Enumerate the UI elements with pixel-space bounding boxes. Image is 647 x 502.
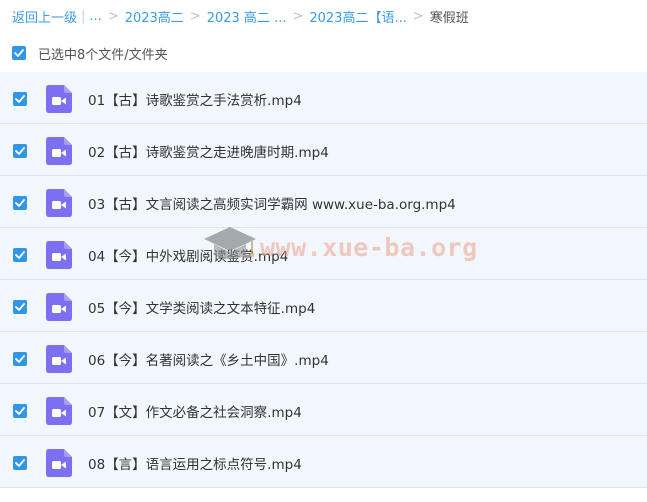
breadcrumb-separator: > bbox=[412, 8, 424, 24]
file-checkbox[interactable] bbox=[13, 196, 27, 210]
file-name[interactable]: 03【古】文言阅读之高频实词学霸网 www.xue-ba.org.mp4 bbox=[88, 193, 456, 213]
video-file-icon bbox=[46, 293, 72, 321]
video-file-icon bbox=[46, 189, 72, 217]
checkmark-icon bbox=[15, 251, 25, 259]
file-name[interactable]: 04【今】中外戏剧阅读鉴赏.mp4 bbox=[88, 245, 288, 265]
checkmark-icon bbox=[14, 49, 24, 57]
file-row[interactable]: 03【古】文言阅读之高频实词学霸网 www.xue-ba.org.mp4 bbox=[0, 176, 647, 228]
file-checkbox[interactable] bbox=[13, 456, 27, 470]
file-row[interactable]: 06【今】名著阅读之《乡土中国》.mp4 bbox=[0, 332, 647, 384]
breadcrumb-ellipsis[interactable]: ... bbox=[89, 9, 101, 24]
file-row[interactable]: 07【文】作文必备之社会洞察.mp4 bbox=[0, 384, 647, 436]
breadcrumb-separator: > bbox=[292, 8, 304, 24]
video-file-icon bbox=[46, 397, 72, 425]
file-row[interactable]: 02【古】诗歌鉴赏之走进晚唐时期.mp4 bbox=[0, 124, 647, 176]
video-file-icon bbox=[46, 345, 72, 373]
breadcrumb-item-2[interactable]: 2023 高二 ... bbox=[207, 7, 287, 26]
file-checkbox[interactable] bbox=[13, 248, 27, 262]
breadcrumb-item-1[interactable]: 2023高二 bbox=[125, 7, 184, 26]
file-name[interactable]: 05【今】文学类阅读之文本特征.mp4 bbox=[88, 297, 315, 317]
file-list: 01【古】诗歌鉴赏之手法赏析.mp4 02【古】诗歌鉴赏之走进晚唐时期.mp4 03… bbox=[0, 72, 647, 488]
file-checkbox[interactable] bbox=[13, 404, 27, 418]
file-row[interactable]: 05【今】文学类阅读之文本特征.mp4 bbox=[0, 280, 647, 332]
checkmark-icon bbox=[15, 147, 25, 155]
file-row[interactable]: 04【今】中外戏剧阅读鉴赏.mp4 bbox=[0, 228, 647, 280]
file-checkbox[interactable] bbox=[13, 92, 27, 106]
breadcrumb-current: 寒假班 bbox=[429, 10, 469, 26]
breadcrumb-separator: > bbox=[189, 8, 201, 24]
file-name[interactable]: 02【古】诗歌鉴赏之走进晚唐时期.mp4 bbox=[88, 141, 329, 161]
file-checkbox[interactable] bbox=[13, 144, 27, 158]
file-name[interactable]: 07【文】作文必备之社会洞察.mp4 bbox=[88, 401, 302, 421]
select-all-checkbox[interactable] bbox=[12, 46, 26, 60]
file-checkbox[interactable] bbox=[13, 352, 27, 366]
checkmark-icon bbox=[15, 407, 25, 415]
video-file-icon bbox=[46, 449, 72, 477]
video-file-icon bbox=[46, 241, 72, 269]
selection-count-label: 已选中8个文件/文件夹 bbox=[38, 47, 168, 63]
breadcrumb: 返回上一级 | ... > 2023高二 > 2023 高二 ... > 202… bbox=[12, 6, 469, 26]
checkmark-icon bbox=[15, 303, 25, 311]
file-name[interactable]: 06【今】名著阅读之《乡土中国》.mp4 bbox=[88, 349, 329, 369]
breadcrumb-separator: > bbox=[107, 8, 119, 24]
file-checkbox[interactable] bbox=[13, 300, 27, 314]
breadcrumb-divider: | bbox=[81, 8, 86, 24]
selection-bar: 已选中8个文件/文件夹 bbox=[12, 43, 168, 63]
back-link[interactable]: 返回上一级 bbox=[12, 7, 77, 26]
file-name[interactable]: 08【言】语言运用之标点符号.mp4 bbox=[88, 453, 302, 473]
checkmark-icon bbox=[15, 459, 25, 467]
video-file-icon bbox=[46, 137, 72, 165]
video-file-icon bbox=[46, 85, 72, 113]
file-name[interactable]: 01【古】诗歌鉴赏之手法赏析.mp4 bbox=[88, 89, 302, 109]
file-row[interactable]: 08【言】语言运用之标点符号.mp4 bbox=[0, 436, 647, 488]
breadcrumb-item-3[interactable]: 2023高二【语... bbox=[309, 7, 406, 26]
checkmark-icon bbox=[15, 95, 25, 103]
file-row[interactable]: 01【古】诗歌鉴赏之手法赏析.mp4 bbox=[0, 72, 647, 124]
checkmark-icon bbox=[15, 355, 25, 363]
checkmark-icon bbox=[15, 199, 25, 207]
